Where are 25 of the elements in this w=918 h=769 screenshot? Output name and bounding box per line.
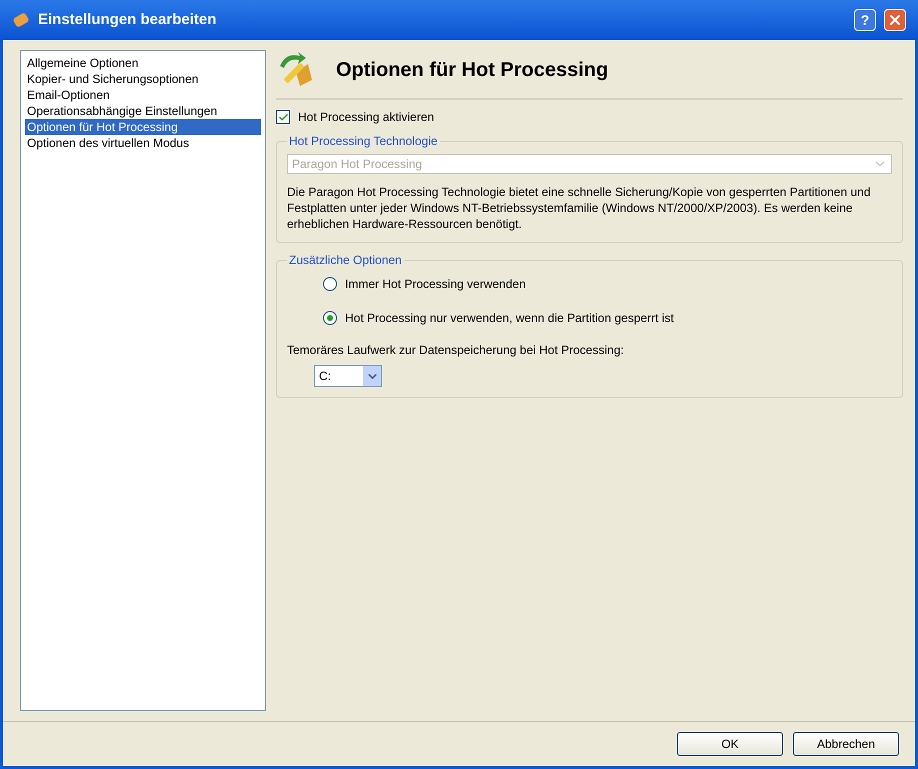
- radio-button[interactable]: [323, 311, 337, 325]
- radio-label: Immer Hot Processing verwenden: [345, 276, 526, 293]
- checkbox[interactable]: [276, 110, 290, 124]
- sidebar-item[interactable]: Optionen des virtuellen Modus: [25, 135, 261, 151]
- radio-label: Hot Processing nur verwenden, wenn die Partition gesperrt ist: [345, 310, 674, 327]
- check-icon: [278, 112, 288, 122]
- sidebar-item[interactable]: Optionen für Hot Processing: [25, 119, 261, 135]
- page-title: Optionen für Hot Processing: [336, 58, 608, 83]
- close-button[interactable]: [884, 9, 906, 31]
- sidebar-item[interactable]: Operationsabhängige Einstellungen: [25, 103, 261, 119]
- checkbox-label: Hot Processing aktivieren: [298, 109, 434, 126]
- group-legend: Hot Processing Technologie: [287, 132, 440, 150]
- help-button[interactable]: ?: [854, 9, 876, 31]
- sidebar-item[interactable]: Kopier- und Sicherungsoptionen: [25, 71, 261, 87]
- drive-dropdown[interactable]: C:: [314, 365, 382, 387]
- sidebar-item[interactable]: Email-Optionen: [25, 87, 261, 103]
- window-title: Einstellungen bearbeiten: [38, 10, 216, 30]
- radio-button[interactable]: [323, 277, 337, 291]
- group-legend: Zusätzliche Optionen: [287, 251, 404, 269]
- dialog-button[interactable]: Abbrechen: [793, 732, 899, 756]
- drive-label: Temoräres Laufwerk zur Datenspeicherung bei Hot Processing:: [287, 342, 625, 359]
- dialog-button[interactable]: OK: [677, 732, 783, 756]
- description-text: Die Paragon Hot Processing Technologie bietet eine schnelle Sicherung/Kopie von gesperrten Partitionen und Festplatten unter jeder Windows NT-Betriebssystemfamilie (Windows NT/2000/XP/2003). Es werden keine erheblichen Hardware-Ressourcen benötigt.: [287, 184, 872, 232]
- sidebar-item[interactable]: Allgemeine Optionen: [25, 55, 261, 71]
- close-icon: [887, 12, 903, 28]
